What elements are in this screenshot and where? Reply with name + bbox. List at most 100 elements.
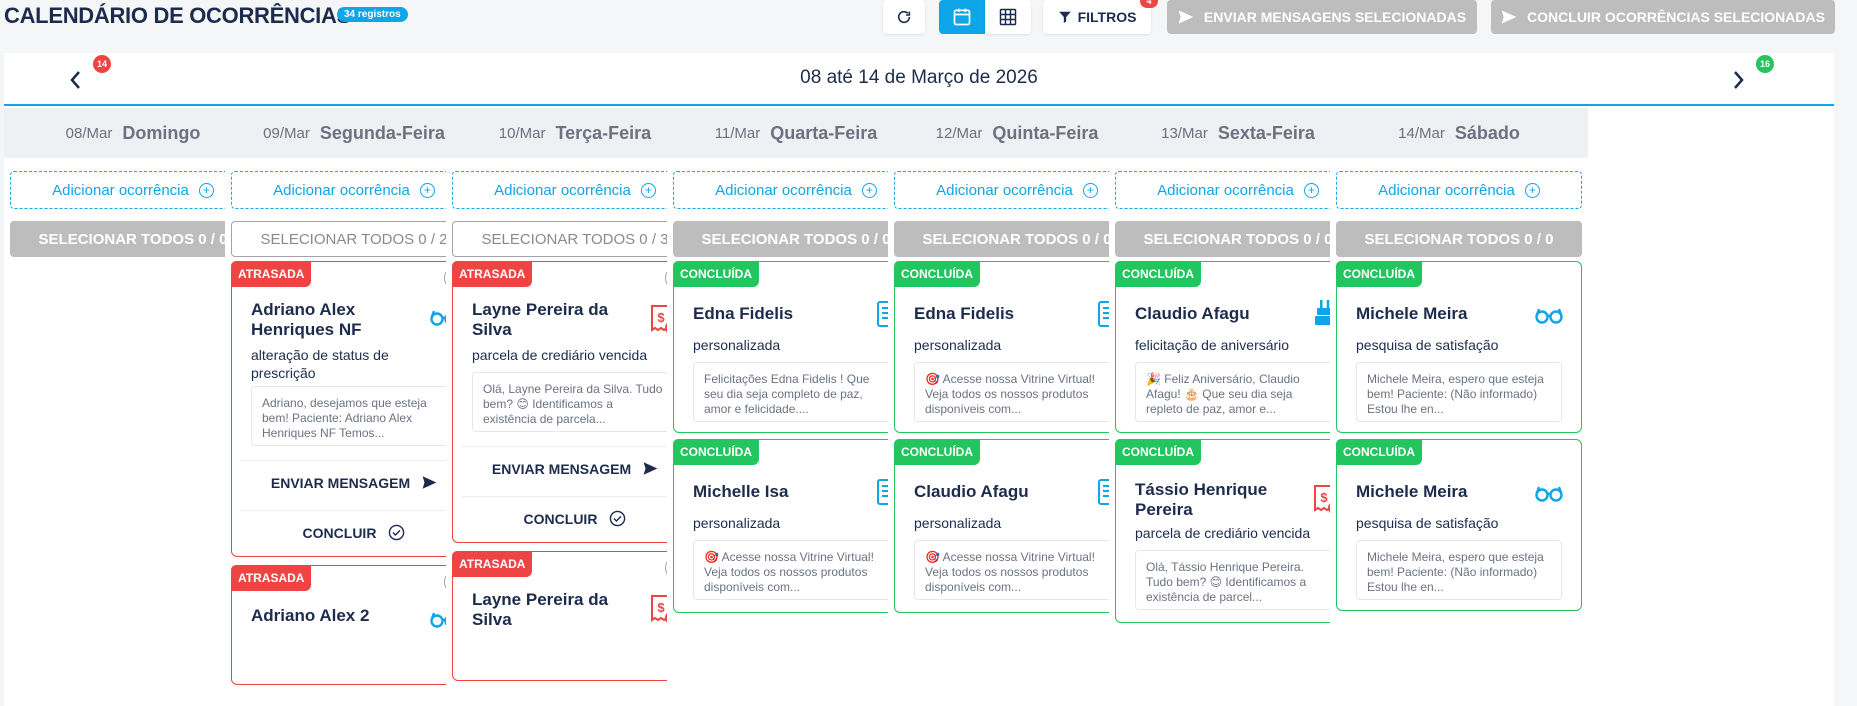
client-name: Edna Fidelis [914, 304, 1015, 323]
occurrence-card[interactable]: ATRASADA Layne Pereira da Silva $ parcel… [452, 261, 698, 543]
status-badge: ATRASADA [452, 261, 533, 287]
day-header: 13/Mar Sexta-Feira [1109, 108, 1367, 158]
occurrence-type: pesquisa de satisfação [1356, 337, 1499, 353]
status-badge: CONCLUÍDA [1336, 261, 1422, 287]
add-occurrence-button[interactable]: Adicionar ocorrência + [10, 171, 256, 209]
occurrence-card[interactable]: CONCLUÍDA Claudio Afagu personalizada 🎯 … [894, 439, 1140, 613]
plus-circle-icon: + [198, 182, 214, 198]
select-all-button[interactable]: SELECIONAR TODOS 0 / 0 [673, 221, 919, 257]
occurrence-card[interactable]: CONCLUÍDA Tássio Henrique Pereira $ parc… [1115, 439, 1361, 623]
day-date: 11/Mar [714, 124, 761, 142]
client-name: Layne Pereira da Silva [472, 590, 609, 629]
occurrence-type: parcela de crediário vencida [472, 347, 648, 363]
add-occurrence-label: Adicionar ocorrência [1378, 181, 1515, 199]
day-column-wednesday: 11/Mar Quarta-Feira Adicionar ocorrência… [667, 108, 925, 706]
records-count-badge: 34 registros [337, 7, 408, 22]
day-column-sunday: 08/Mar Domingo Adicionar ocorrência + SE… [4, 108, 262, 706]
add-occurrence-label: Adicionar ocorrência [494, 181, 631, 199]
status-badge: CONCLUÍDA [894, 261, 980, 287]
next-week-button[interactable] [1732, 67, 1746, 98]
grid-view-button[interactable] [985, 0, 1031, 34]
occurrence-type: personalizada [693, 337, 781, 353]
previous-week-button[interactable] [68, 67, 82, 98]
check-circle-icon [389, 524, 405, 541]
glasses-icon [1535, 308, 1563, 324]
occurrence-type: personalizada [693, 515, 781, 531]
add-occurrence-button[interactable]: Adicionar ocorrência + [1336, 171, 1582, 209]
filters-count-badge: 4 [1140, 0, 1158, 8]
select-all-button[interactable]: SELECIONAR TODOS 0 / 0 [1115, 221, 1361, 257]
add-occurrence-label: Adicionar ocorrência [936, 181, 1073, 199]
conclude-label: CONCLUIR [523, 510, 598, 527]
day-name: Sábado [1454, 122, 1520, 143]
calendar-view-button[interactable] [939, 0, 985, 34]
plus-circle-icon: + [861, 182, 877, 198]
status-badge: ATRASADA [452, 551, 533, 577]
day-name: Domingo [122, 122, 201, 143]
occurrence-card[interactable]: CONCLUÍDA Edna Fidelis personalizada 🎯 A… [894, 261, 1140, 433]
conclude-selected-button[interactable]: CONCLUIR OCORRÊNCIAS SELECIONADAS [1491, 0, 1835, 34]
status-badge: CONCLUÍDA [1115, 439, 1201, 465]
status-badge: CONCLUÍDA [1336, 439, 1422, 465]
day-header: 08/Mar Domingo [4, 108, 262, 158]
day-name: Segunda-Feira [319, 122, 445, 143]
svg-text:$: $ [657, 600, 665, 615]
occurrence-card[interactable]: CONCLUÍDA Michelle Isa personalizada 🎯 A… [673, 439, 919, 613]
message-preview: Adriano, desejamos que esteja bem! Pacie… [251, 386, 457, 446]
client-name: Claudio Afagu [914, 482, 1029, 501]
client-name: Tássio Henrique Pereira [1135, 480, 1268, 519]
send-selected-label: ENVIAR MENSAGENS SELECIONADAS [1203, 9, 1467, 25]
client-name: Layne Pereira da Silva [472, 300, 609, 339]
conclude-button[interactable]: CONCLUIR [241, 510, 467, 554]
refresh-button[interactable] [883, 0, 925, 34]
send-message-label: ENVIAR MENSAGEM [270, 474, 411, 491]
occurrence-card[interactable]: ATRASADA Layne Pereira da Silva $ [452, 551, 698, 681]
select-all-button[interactable]: SELECIONAR TODOS 0 / 0 [894, 221, 1140, 257]
glasses-icon [1535, 486, 1563, 502]
client-name: Michele Meira [1356, 482, 1468, 501]
day-name: Terça-Feira [555, 122, 652, 143]
add-occurrence-button[interactable]: Adicionar ocorrência + [231, 171, 477, 209]
send-message-label: ENVIAR MENSAGEM [491, 460, 632, 477]
occurrence-card[interactable]: ATRASADA Adriano Alex Henriques NF alter… [231, 261, 477, 557]
occurrence-card[interactable]: CONCLUÍDA Edna Fidelis personalizada Fel… [673, 261, 919, 433]
add-occurrence-button[interactable]: Adicionar ocorrência + [673, 171, 919, 209]
add-occurrence-button[interactable]: Adicionar ocorrência + [1115, 171, 1361, 209]
select-all-button[interactable]: SELECIONAR TODOS 0 / 0 [10, 221, 256, 257]
select-all-button[interactable]: SELECIONAR TODOS 0 / 3 [452, 221, 698, 257]
svg-text:$: $ [657, 310, 665, 325]
select-all-button[interactable]: SELECIONAR TODOS 0 / 0 [1336, 221, 1582, 257]
occurrence-card[interactable]: CONCLUÍDA Michele Meira pesquisa de sati… [1336, 439, 1582, 611]
day-column-tuesday: 10/Mar Terça-Feira Adicionar ocorrência … [446, 108, 704, 706]
plus-circle-icon: + [1082, 182, 1098, 198]
status-badge: CONCLUÍDA [673, 261, 759, 287]
send-message-button[interactable]: ENVIAR MENSAGEM [462, 446, 688, 490]
send-selected-messages-button[interactable]: ENVIAR MENSAGENS SELECIONADAS [1167, 0, 1477, 34]
occurrence-card[interactable]: ATRASADA Adriano Alex 2 [231, 565, 477, 685]
select-all-button[interactable]: SELECIONAR TODOS 0 / 2 [231, 221, 477, 257]
message-preview: Olá, Layne Pereira da Silva. Tudo bem? 😊… [472, 372, 678, 432]
refresh-icon [897, 10, 911, 24]
plus-circle-icon: + [419, 182, 435, 198]
occurrence-type: alteração de status de prescrição [251, 347, 389, 381]
occurrence-type: personalizada [914, 515, 1002, 531]
day-header: 11/Mar Quarta-Feira [667, 108, 925, 158]
occurrence-card[interactable]: CONCLUÍDA Claudio Afagu felicitação de a… [1115, 261, 1361, 433]
add-occurrence-label: Adicionar ocorrência [715, 181, 852, 199]
message-preview: 🎯 Acesse nossa Vitrine Virtual! Veja tod… [693, 540, 899, 600]
filters-button[interactable]: FILTROS [1043, 0, 1151, 34]
occurrence-type: personalizada [914, 337, 1002, 353]
previous-week-count-badge: 14 [93, 55, 111, 73]
add-occurrence-label: Adicionar ocorrência [1157, 181, 1294, 199]
add-occurrence-button[interactable]: Adicionar ocorrência + [452, 171, 698, 209]
day-name: Sexta-Feira [1217, 122, 1315, 143]
add-occurrence-button[interactable]: Adicionar ocorrência + [894, 171, 1140, 209]
conclude-selected-label: CONCLUIR OCORRÊNCIAS SELECIONADAS [1527, 9, 1825, 25]
status-badge: CONCLUÍDA [673, 439, 759, 465]
send-message-button[interactable]: ENVIAR MENSAGEM [241, 460, 467, 504]
conclude-button[interactable]: CONCLUIR [462, 496, 688, 540]
day-header: 14/Mar Sábado [1330, 108, 1588, 158]
day-column-friday: 13/Mar Sexta-Feira Adicionar ocorrência … [1109, 108, 1367, 706]
occurrence-card[interactable]: CONCLUÍDA Michele Meira pesquisa de sati… [1336, 261, 1582, 433]
status-badge: CONCLUÍDA [894, 439, 980, 465]
